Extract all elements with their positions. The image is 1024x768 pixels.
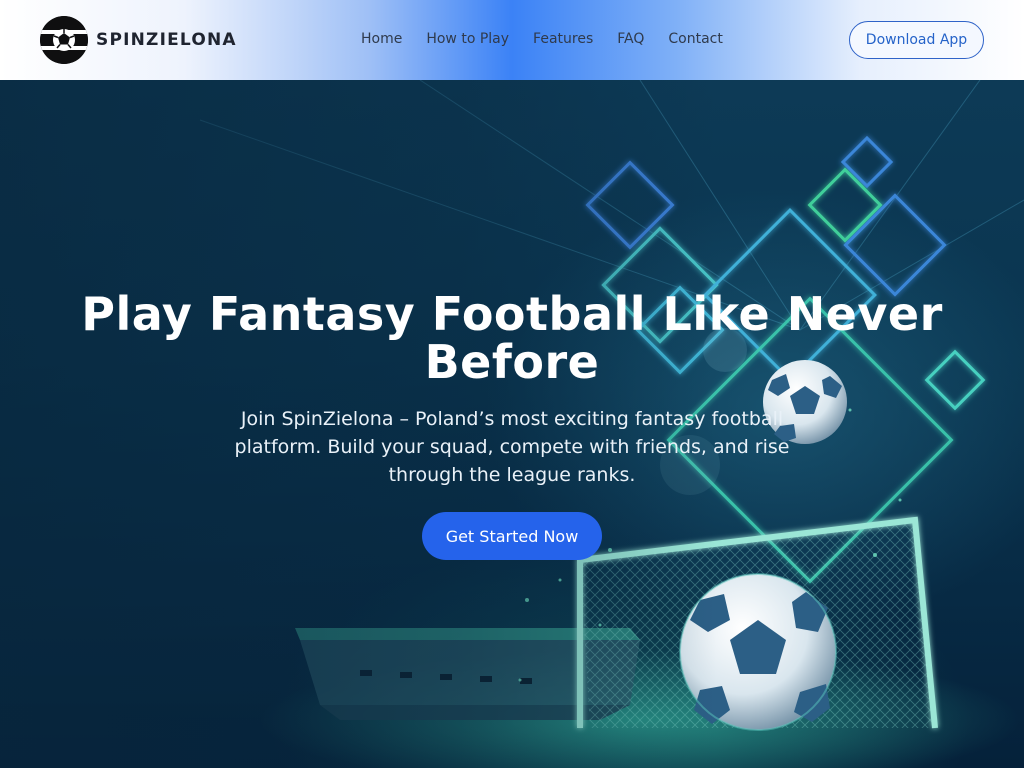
download-app-button[interactable]: Download App [849,21,984,59]
hero-title: Play Fantasy Football Like Never Before [81,287,943,389]
football-icon [40,16,88,64]
nav-item-home[interactable]: Home [361,31,402,47]
site-header: SPINZIELONA Home How to Play Features FA… [0,0,1024,80]
nav-item-faq[interactable]: FAQ [617,31,644,47]
hero-section: Play Fantasy Football Like Never Before … [0,80,1024,768]
hero-subtitle: Join SpinZielona – Poland’s most excitin… [234,408,790,486]
main-nav: Home How to Play Features FAQ Contact [361,31,747,47]
brand-name: SPINZIELONA [96,30,237,50]
nav-item-how-to-play[interactable]: How to Play [426,31,509,47]
nav-item-contact[interactable]: Contact [668,31,722,47]
nav-item-features[interactable]: Features [533,31,593,47]
brand[interactable]: SPINZIELONA [40,16,237,64]
get-started-button[interactable]: Get Started Now [422,512,602,560]
